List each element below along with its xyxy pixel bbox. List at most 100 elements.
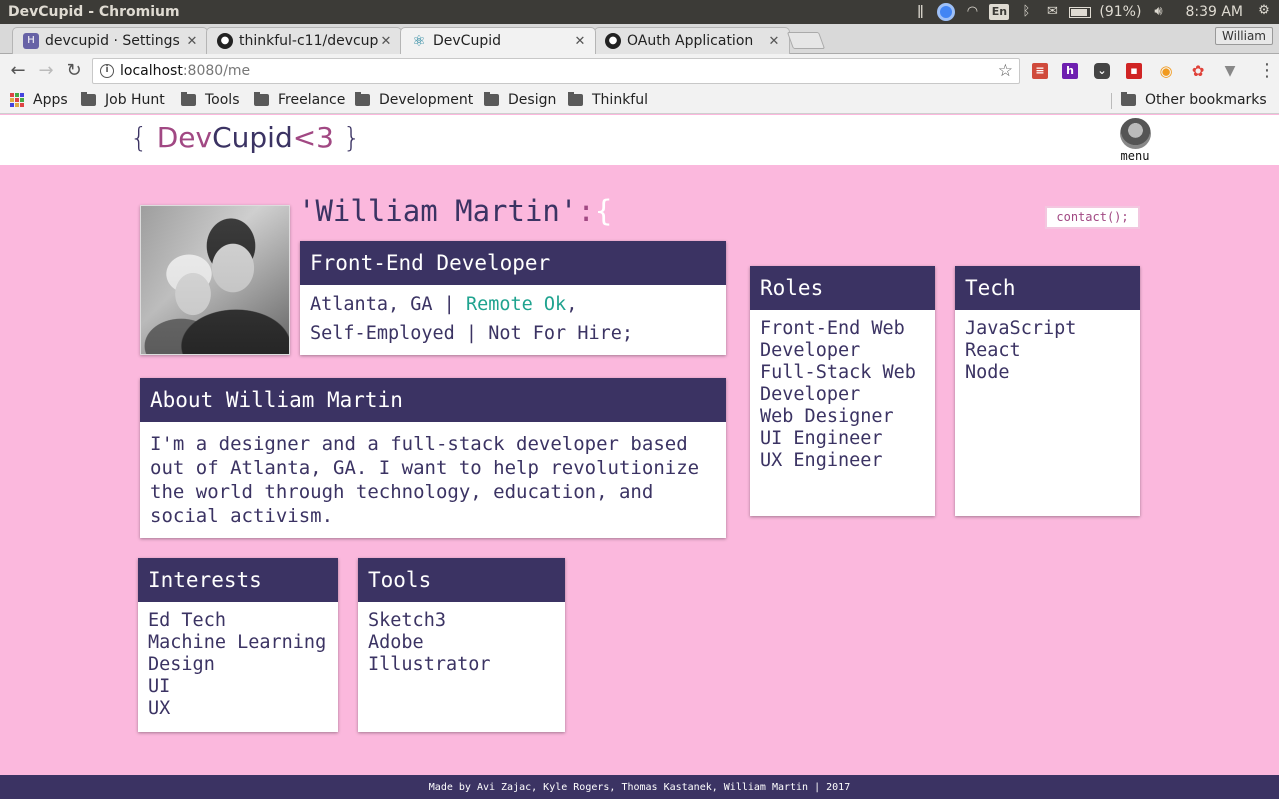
devcupid-logo[interactable]: { DevCupid<3 }	[130, 121, 361, 154]
tech-title: Tech	[955, 266, 1140, 310]
wifi-icon[interactable]: ◠	[963, 4, 981, 20]
tab-devcupid[interactable]: ⚛ DevCupid ✕	[400, 27, 596, 54]
headline-card: Front-End Developer Atlanta, GA | Remote…	[300, 241, 726, 355]
headline-details: Atlanta, GA | Remote Ok, Self-Employed |…	[310, 294, 634, 344]
bookmark-label: Apps	[33, 92, 68, 108]
close-icon[interactable]: ✕	[185, 34, 199, 49]
avatar[interactable]	[1119, 118, 1151, 149]
bookmark-label: Thinkful	[592, 92, 648, 108]
user-menu-button[interactable]: menu	[1119, 118, 1151, 163]
browser-toolbar: ← → ↻ i localhost:8080/me ☆ ≡ h ⌄ ▪ ◉ ✿ …	[0, 54, 1279, 88]
bookmark-folder-freelance[interactable]: Freelance	[254, 92, 345, 108]
list-item: UX	[148, 698, 171, 719]
list-item: UI	[148, 676, 171, 697]
tab-devcupid-settings[interactable]: H devcupid · Settings ✕	[12, 27, 208, 54]
list-item: React	[965, 340, 1021, 361]
volume-icon[interactable]: 🔊︎	[1149, 4, 1167, 20]
menu-dots-icon[interactable]: ⋮	[1258, 60, 1276, 82]
rss-icon[interactable]: ◉	[1158, 63, 1174, 79]
employment-status: Self-Employed	[310, 323, 455, 344]
window-title: DevCupid - Chromium	[8, 4, 180, 20]
bookmark-folder-job-hunt[interactable]: Job Hunt	[81, 92, 165, 108]
bookmark-label: Freelance	[278, 92, 346, 108]
new-tab-button[interactable]	[786, 32, 826, 49]
mail-icon[interactable]: ✉	[1043, 4, 1061, 20]
bookmark-folder-design[interactable]: Design	[484, 92, 556, 108]
list-item: Node	[965, 362, 1010, 383]
close-icon[interactable]: ✕	[767, 34, 781, 49]
github-icon: ●	[605, 33, 621, 49]
reload-icon[interactable]: ↻	[63, 60, 85, 82]
list-item: Sketch3	[368, 610, 446, 631]
react-icon: ⚛	[412, 32, 426, 50]
vue-devtools-icon[interactable]: ▼	[1222, 63, 1238, 79]
pause-icon[interactable]: ǁ	[911, 4, 929, 20]
site-info-icon[interactable]: i	[100, 64, 114, 78]
about-card: About William Martin I'm a designer and …	[140, 378, 726, 538]
interests-list: Ed Tech Machine Learning Design UI UX	[138, 602, 338, 728]
interests-title: Interests	[138, 558, 338, 602]
bookmark-folder-thinkful[interactable]: Thinkful	[568, 92, 648, 108]
bookmark-star-icon[interactable]: ☆	[998, 61, 1013, 81]
folder-icon	[181, 92, 196, 106]
bookmark-label: Development	[379, 92, 474, 108]
bookmark-folder-tools[interactable]: Tools	[181, 92, 240, 108]
tab-label: devcupid · Settings	[45, 33, 180, 49]
keyboard-language-indicator[interactable]: En	[989, 4, 1010, 20]
profile-button[interactable]: William	[1215, 27, 1273, 45]
folder-icon	[484, 92, 499, 106]
tab-label: DevCupid	[433, 33, 501, 49]
bookmark-folder-other[interactable]: Other bookmarks	[1121, 92, 1267, 108]
address-bar[interactable]: i localhost:8080/me ☆	[92, 58, 1020, 84]
contact-button[interactable]: contact();	[1045, 206, 1140, 229]
about-text: I'm a designer and a full-stack develope…	[150, 433, 700, 527]
system-tray: ǁ ◠ En ᛒ ✉ (91%) 🔊︎ 8:39 AM ⚙	[911, 0, 1279, 24]
tab-label: OAuth Application	[627, 33, 754, 49]
menu-label: menu	[1120, 149, 1150, 163]
remote-status: Remote Ok	[465, 294, 567, 315]
interests-card: Interests Ed Tech Machine Learning Desig…	[138, 558, 338, 732]
hire-status: Not For Hire;	[488, 323, 634, 344]
clock[interactable]: 8:39 AM	[1185, 4, 1243, 20]
close-icon[interactable]: ✕	[379, 34, 393, 49]
list-item: JavaScript	[965, 318, 1077, 339]
tools-card: Tools Sketch3 Adobe Illustrator	[358, 558, 565, 732]
tech-card: Tech JavaScript React Node	[955, 266, 1140, 516]
bluetooth-icon[interactable]: ᛒ	[1017, 4, 1035, 20]
folder-icon	[254, 92, 269, 106]
bookmarks-divider	[1111, 93, 1112, 109]
pocket-extension-icon[interactable]: ⌄	[1094, 63, 1110, 79]
bookmark-label: Design	[508, 92, 557, 108]
location: Atlanta, GA	[310, 294, 433, 315]
url-text[interactable]: localhost:8080/me	[120, 63, 250, 79]
forward-arrow-icon[interactable]: →	[35, 60, 57, 82]
site-footer: Made by Avi Zajac, Kyle Rogers, Thomas K…	[0, 775, 1279, 799]
todoist-extension-icon[interactable]: ≡	[1032, 63, 1048, 79]
hive-extension-icon[interactable]: h	[1062, 63, 1078, 79]
power-gear-icon[interactable]: ⚙	[1255, 3, 1273, 19]
bookmark-apps[interactable]: Apps	[10, 92, 68, 108]
chromium-tray-icon[interactable]	[937, 3, 956, 21]
tab-github-repo[interactable]: ● thinkful-c11/devcup ✕	[206, 27, 402, 54]
heroku-icon: H	[23, 33, 39, 49]
profile-name: 'William Martin':{	[298, 194, 613, 228]
battery-icon[interactable]	[1069, 6, 1092, 18]
red-extension-icon[interactable]: ▪	[1126, 63, 1142, 79]
tab-oauth-application[interactable]: ● OAuth Application ✕	[594, 27, 790, 54]
apps-grid-icon	[10, 93, 24, 107]
github-icon: ●	[217, 33, 233, 49]
folder-icon	[81, 92, 96, 106]
close-icon[interactable]: ✕	[573, 34, 587, 49]
tools-list: Sketch3 Adobe Illustrator	[358, 602, 565, 684]
list-item: Design	[148, 654, 215, 675]
folder-icon	[568, 92, 583, 106]
site-header: { DevCupid<3 } menu	[0, 115, 1279, 165]
profile-photo	[140, 205, 290, 355]
bookmark-folder-development[interactable]: Development	[355, 92, 473, 108]
list-item: Full-Stack Web Developer	[760, 362, 916, 405]
back-arrow-icon[interactable]: ←	[7, 60, 29, 82]
bookmark-label: Job Hunt	[105, 92, 165, 108]
list-item: Front-End Web Developer	[760, 318, 905, 361]
list-item: Ed Tech	[148, 610, 226, 631]
color-picker-icon[interactable]: ✿	[1190, 63, 1206, 79]
